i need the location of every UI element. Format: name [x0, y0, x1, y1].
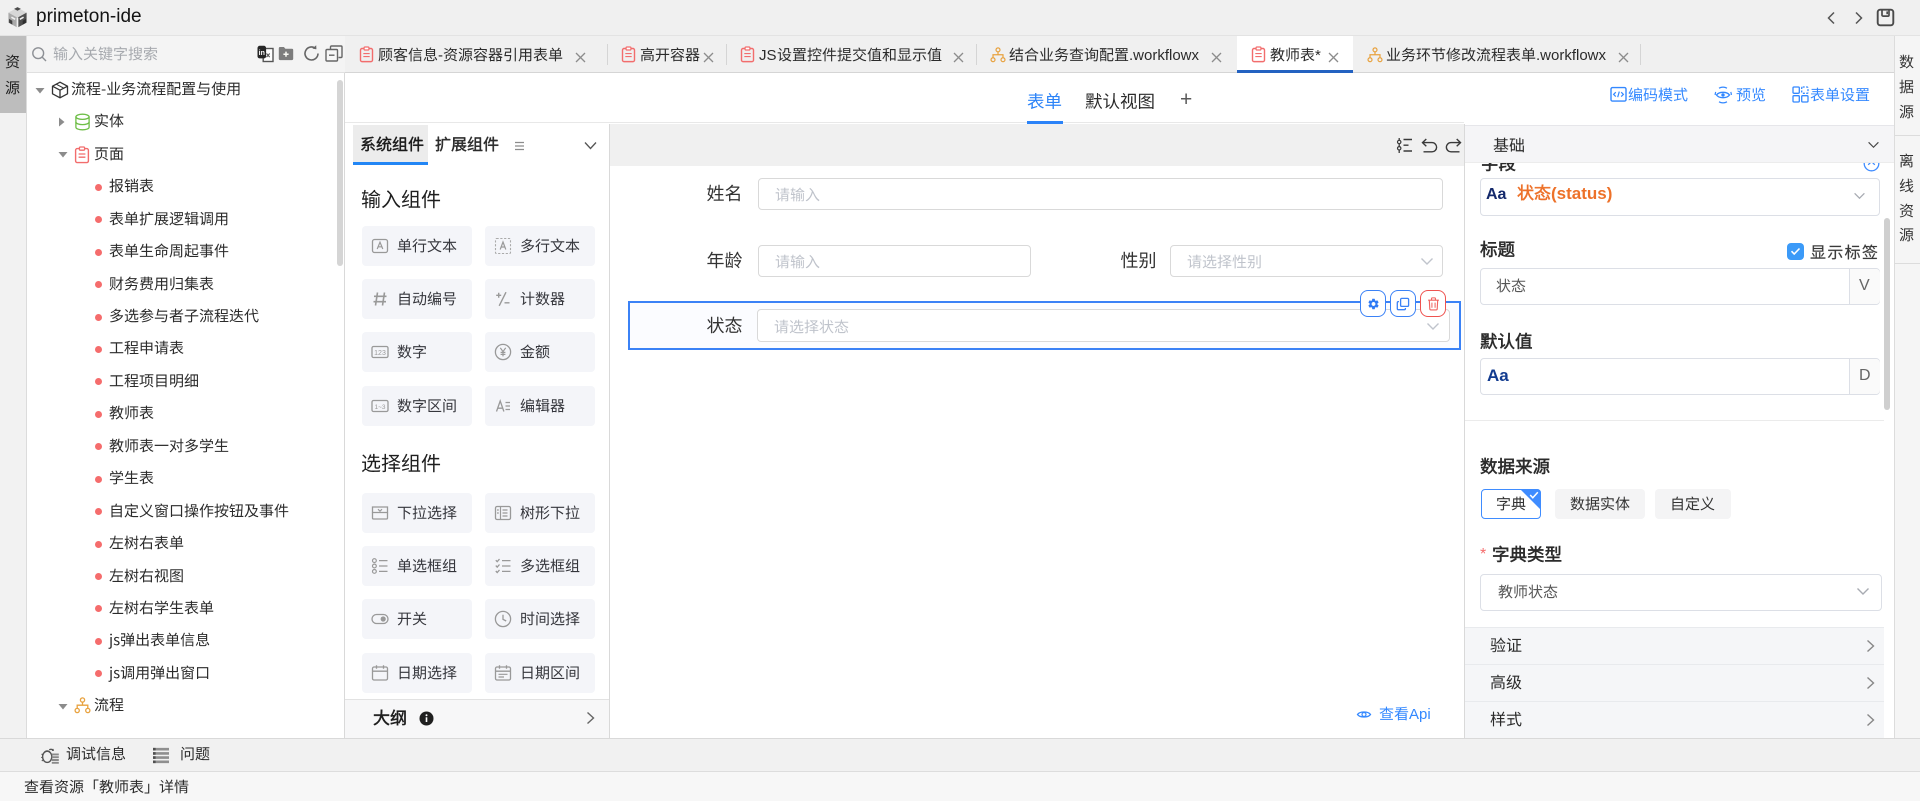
svg-text:123: 123 [374, 350, 386, 357]
svg-text:in: in [259, 50, 265, 57]
svg-text:1~3: 1~3 [374, 404, 385, 411]
